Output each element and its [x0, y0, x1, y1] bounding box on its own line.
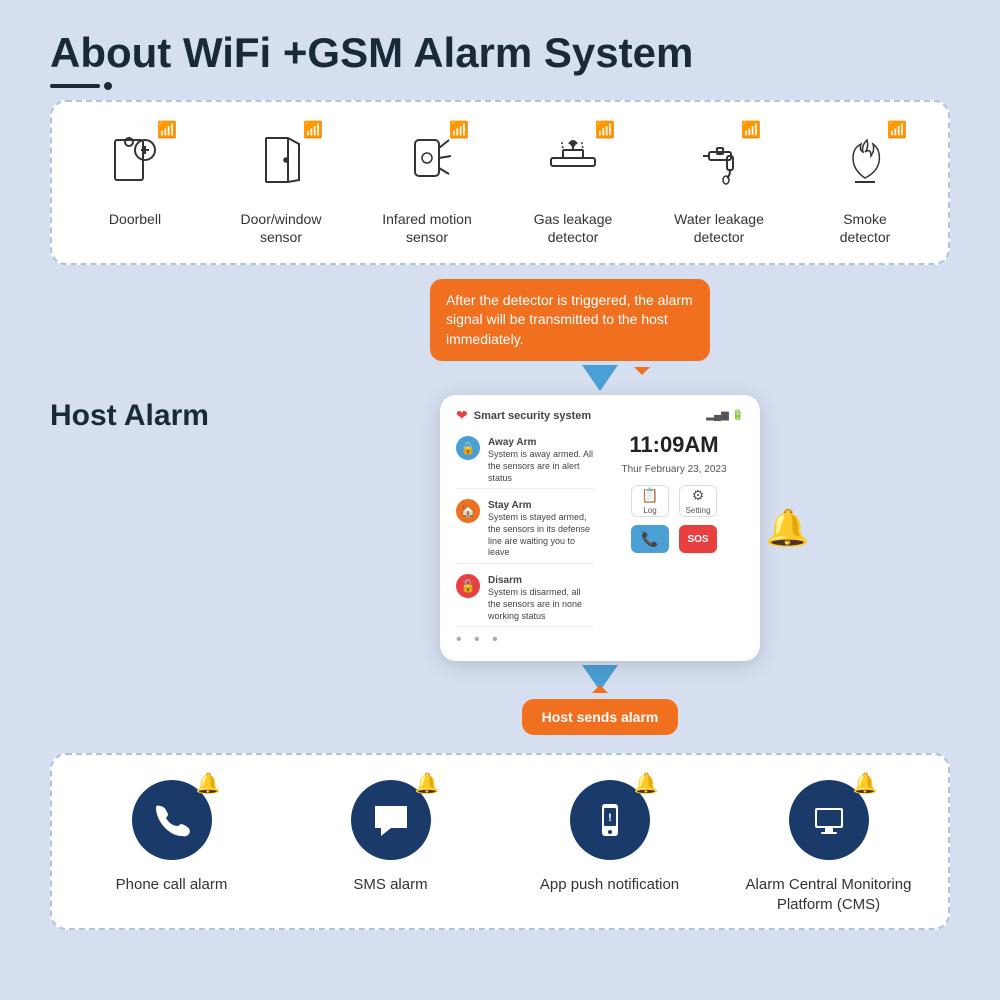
host-sends-bubble: Host sends alarm	[522, 699, 679, 735]
sensors-row: 📶 Doorbell	[62, 122, 938, 246]
header-section: About WiFi +GSM Alarm System	[50, 30, 950, 90]
panel-header: ❤ Smart security system ▂▄▆ 🔋	[456, 407, 744, 424]
water-icon-wrap: 📶	[679, 122, 759, 202]
sms-bell-icon: 🔔	[415, 771, 440, 796]
wifi-signal-icon4: 📶	[595, 120, 615, 140]
sensor-smoke: 📶 Smokedetector	[795, 122, 935, 246]
infrared-label: Infared motionsensor	[382, 210, 472, 246]
water-label: Water leakagedetector	[674, 210, 764, 246]
wifi-signal-icon6: 📶	[887, 120, 907, 140]
infrared-icon-wrap: 📶	[387, 122, 467, 202]
away-arm-item: 🔒 Away Arm System is away armed. All the…	[456, 432, 594, 489]
app-icon-wrap: ! 🔔	[565, 775, 655, 865]
setting-button[interactable]: ⚙ Setting	[679, 485, 717, 517]
smoke-label: Smokedetector	[840, 210, 891, 246]
setting-label: Setting	[686, 506, 711, 515]
bottom-section: 🔔 Phone call alarm 🔔 SMS alarm	[50, 753, 950, 930]
speech-bubble: After the detector is triggered, the ala…	[430, 279, 710, 362]
call-icon: 📞	[641, 531, 658, 548]
infrared-icon	[397, 130, 457, 195]
sms-item: 🔔 SMS alarm	[301, 775, 481, 895]
sms-icon-wrap: 🔔	[346, 775, 436, 865]
phone-label: Phone call alarm	[116, 875, 228, 895]
sensor-doorbell: 📶 Doorbell	[65, 122, 205, 228]
disarm-icon: 🔓	[456, 574, 480, 598]
app-label: App push notification	[540, 875, 679, 895]
svg-text:!: !	[608, 812, 612, 824]
panel-body: 🔒 Away Arm System is away armed. All the…	[456, 432, 744, 627]
water-icon	[689, 130, 749, 195]
title-underline	[50, 82, 950, 90]
sensor-infrared: 📶 Infared motionsensor	[357, 122, 497, 246]
door-window-icon-wrap: 📶	[241, 122, 321, 202]
panel-dots: • • •	[456, 631, 744, 649]
stay-arm-icon: 🏠	[456, 499, 480, 523]
phone-call-item: 🔔 Phone call alarm	[82, 775, 262, 895]
disarm-item: 🔓 Disarm System is disarmed, all the sen…	[456, 570, 594, 627]
cms-bell-icon: 🔔	[853, 771, 878, 796]
log-button[interactable]: 📋 Log	[631, 485, 669, 517]
arrow-down-1	[582, 365, 618, 391]
panel-buttons: 📋 Log ⚙ Setting	[631, 485, 717, 517]
sensors-section: 📶 Doorbell	[50, 100, 950, 264]
sensor-door-window: 📶 Door/windowsensor	[211, 122, 351, 246]
panel-right: 11:09AM Thur February 23, 2023 📋 Log ⚙ S…	[604, 432, 744, 627]
wifi-signal-icon3: 📶	[449, 120, 469, 140]
away-arm-icon: 🔒	[456, 436, 480, 460]
phone-icon-wrap: 🔔	[127, 775, 217, 865]
call-button[interactable]: 📞	[631, 525, 669, 553]
panel-title-row: ❤ Smart security system	[456, 407, 591, 424]
door-window-label: Door/windowsensor	[241, 210, 322, 246]
gas-label: Gas leakagedetector	[534, 210, 613, 246]
stay-arm-item: 🏠 Stay Arm System is stayed armed, the s…	[456, 495, 594, 564]
sms-label: SMS alarm	[353, 875, 427, 895]
gas-icon	[543, 130, 603, 195]
cms-label: Alarm Central MonitoringPlatform (CMS)	[746, 875, 912, 914]
setting-icon: ⚙	[692, 487, 705, 504]
host-alarm-label: Host Alarm	[50, 399, 230, 433]
page-title: About WiFi +GSM Alarm System	[50, 30, 950, 76]
doorbell-icon-wrap: 📶	[95, 122, 175, 202]
panel-left: 🔒 Away Arm System is away armed. All the…	[456, 432, 594, 627]
middle-center: After the detector is triggered, the ala…	[250, 279, 950, 736]
sos-label: SOS	[687, 534, 708, 545]
sensor-water: 📶 Water leakagedetector	[649, 122, 789, 246]
phone-bell-icon: 🔔	[196, 771, 221, 796]
alarm-bell-icon: 🔔	[765, 507, 810, 549]
alarm-panel: 🔔 ❤ Smart security system ▂▄▆ 🔋 🔒 Away A…	[440, 395, 760, 661]
panel-time: 11:09AM	[629, 432, 718, 458]
wifi-signal-icon: 📶	[157, 120, 177, 140]
panel-signal-icon: ▂▄▆ 🔋	[706, 410, 744, 421]
wifi-signal-icon5: 📶	[741, 120, 761, 140]
smoke-icon-wrap: 📶	[825, 122, 905, 202]
cms-icon-wrap: 🔔	[784, 775, 874, 865]
underline-line	[50, 84, 100, 88]
panel-bottom-buttons: 📞 SOS	[631, 525, 717, 553]
sos-button[interactable]: SOS	[679, 525, 717, 553]
middle-section: Host Alarm After the detector is trigger…	[50, 279, 950, 736]
bottom-row: 🔔 Phone call alarm 🔔 SMS alarm	[62, 775, 938, 914]
panel-heart-icon: ❤	[456, 407, 468, 424]
app-bell-icon: 🔔	[634, 771, 659, 796]
panel-title-text: Smart security system	[474, 410, 591, 422]
door-icon	[251, 130, 311, 195]
doorbell-icon	[105, 130, 165, 195]
wifi-signal-icon2: 📶	[303, 120, 323, 140]
app-push-item: ! 🔔 App push notification	[520, 775, 700, 895]
smoke-icon	[835, 130, 895, 195]
doorbell-label: Doorbell	[109, 210, 161, 228]
disarm-text: Disarm System is disarmed, all the senso…	[488, 574, 594, 622]
gas-icon-wrap: 📶	[533, 122, 613, 202]
log-icon: 📋	[641, 487, 658, 504]
away-arm-text: Away Arm System is away armed. All the s…	[488, 436, 594, 484]
page-wrapper: About WiFi +GSM Alarm System 📶	[0, 0, 1000, 1000]
log-label: Log	[643, 506, 656, 515]
panel-date: Thur February 23, 2023	[621, 464, 726, 475]
cms-item: 🔔 Alarm Central MonitoringPlatform (CMS)	[739, 775, 919, 914]
stay-arm-text: Stay Arm System is stayed armed, the sen…	[488, 499, 594, 559]
underline-dot	[104, 82, 112, 90]
sensor-gas: 📶	[503, 122, 643, 246]
